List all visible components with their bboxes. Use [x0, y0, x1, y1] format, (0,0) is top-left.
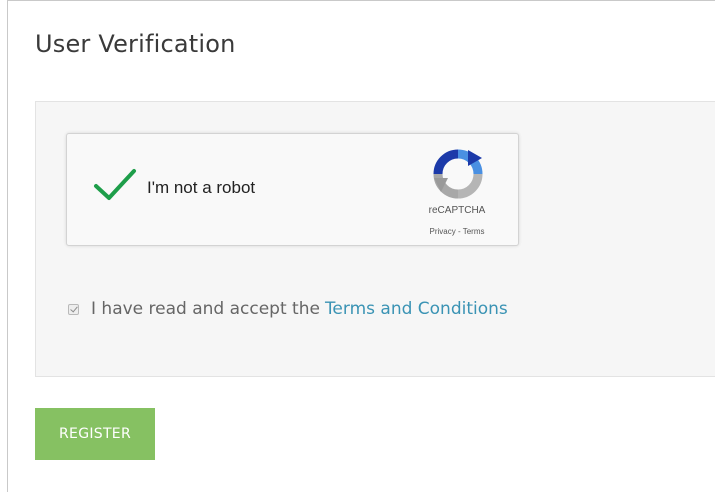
terms-row: I have read and accept the Terms and Con… — [68, 297, 508, 321]
verification-panel: I'm not a robot reCAPTCHA Privacy - Term… — [35, 101, 715, 377]
recaptcha-logo-icon — [433, 149, 483, 199]
page-title: User Verification — [35, 30, 236, 58]
terms-and-conditions-link[interactable]: Terms and Conditions — [325, 299, 508, 319]
terms-label: I have read and accept the — [91, 299, 320, 319]
verification-page: User Verification I'm not a robot reCAPT… — [7, 0, 715, 492]
register-button[interactable]: REGISTER — [35, 408, 155, 460]
recaptcha-label: I'm not a robot — [147, 178, 256, 197]
recaptcha-brand: reCAPTCHA — [428, 205, 486, 216]
terms-checkbox[interactable] — [68, 303, 79, 315]
checkmark-icon[interactable] — [93, 167, 137, 203]
recaptcha-privacy-terms-links[interactable]: Privacy - Terms — [407, 227, 507, 236]
recaptcha-widget: I'm not a robot reCAPTCHA Privacy - Term… — [66, 133, 519, 246]
